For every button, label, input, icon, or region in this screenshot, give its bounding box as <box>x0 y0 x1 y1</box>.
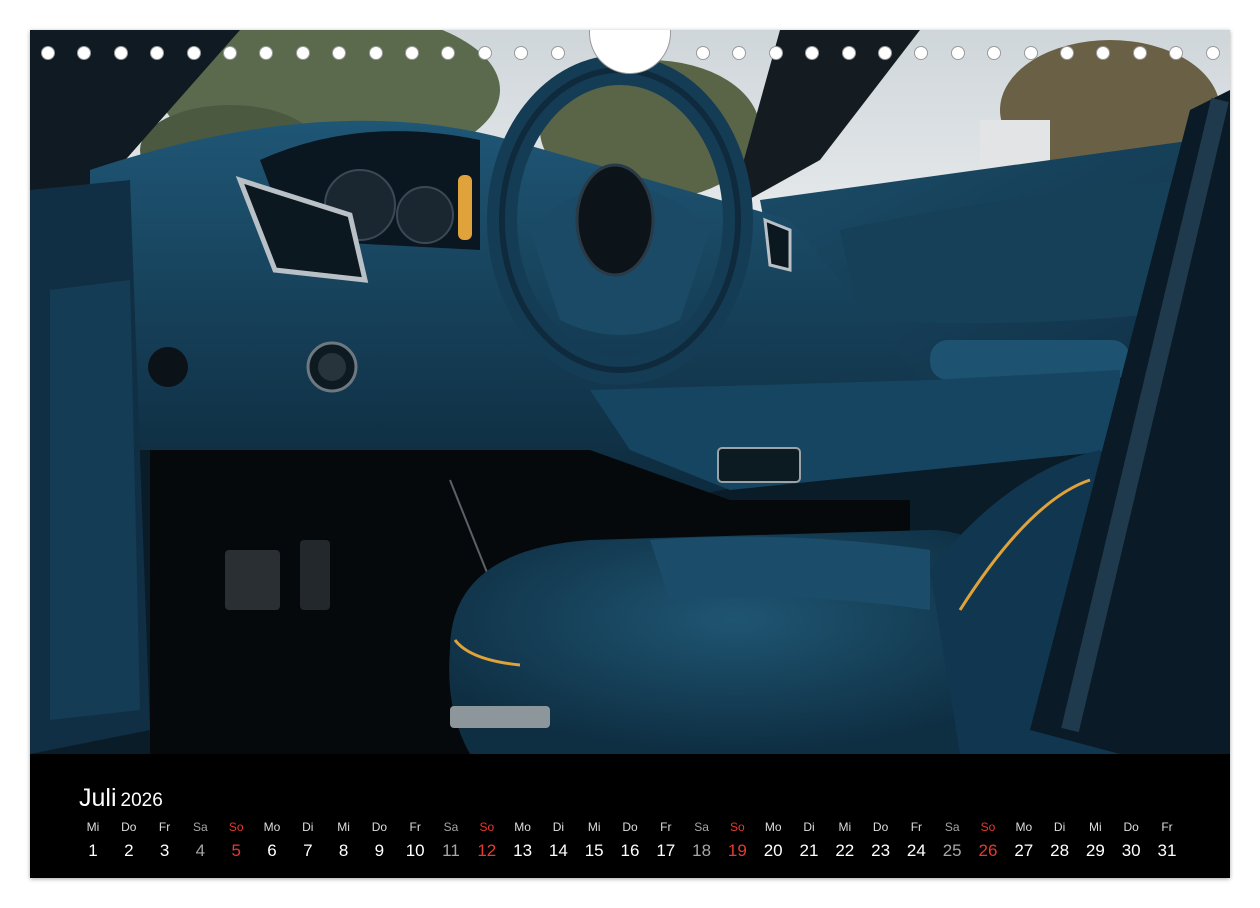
weekday-label: Mo <box>514 820 531 834</box>
month-name: Juli <box>79 784 117 812</box>
day-number: 13 <box>513 841 533 860</box>
weekday-label: Fr <box>158 820 171 834</box>
binding-hole <box>805 46 820 60</box>
weekday-label: Di <box>552 820 565 834</box>
day-number: 5 <box>231 841 241 860</box>
day-number: 22 <box>835 841 855 860</box>
day-number: 23 <box>871 841 891 860</box>
day-number: 20 <box>763 841 783 860</box>
weekday-label: Mi <box>1089 820 1102 834</box>
weekday-label: So <box>479 820 495 834</box>
weekday-label: Do <box>371 820 388 834</box>
weekday-label: Fr <box>1161 820 1173 834</box>
day-number: 6 <box>267 841 277 860</box>
calendar-page: Juli 2026 Mi 1 Do 2 Fr 3 Sa 4 So 5 Mo 6 Di 7 Mi 8 Do 9 Fr 10… <box>30 30 1230 878</box>
binding-hole <box>1132 46 1147 60</box>
weekday-label: Di <box>1053 820 1066 834</box>
binding-hole <box>1023 46 1038 60</box>
day-number: 17 <box>656 841 676 860</box>
day-number: 12 <box>477 841 497 860</box>
binding-hole <box>368 46 383 60</box>
year-label: 2026 <box>120 790 163 811</box>
day-number: 19 <box>727 841 747 860</box>
binding-hole <box>223 46 237 60</box>
day-number: 31 <box>1157 841 1177 860</box>
weekday-label: So <box>980 820 996 834</box>
binding-hole <box>332 46 347 60</box>
binding-hole <box>914 46 929 60</box>
weekday-label: Di <box>803 820 815 834</box>
binding-hole <box>1096 46 1111 60</box>
binding-hole <box>405 46 419 60</box>
day-number: 3 <box>159 841 170 860</box>
weekday-label: So <box>228 820 244 834</box>
day-number: 15 <box>584 841 604 860</box>
day-number: 26 <box>978 841 998 860</box>
weekday-label: Fr <box>660 820 672 834</box>
day-number: 14 <box>548 841 568 860</box>
day-number: 1 <box>88 841 98 860</box>
binding-hole <box>550 46 565 60</box>
binding-hole <box>841 46 856 60</box>
weekday-label: Mi <box>337 820 350 834</box>
weekday-label: Fr <box>409 820 421 834</box>
binding-hole <box>150 46 165 60</box>
day-number: 25 <box>942 841 962 860</box>
binding-hole <box>987 46 1002 60</box>
weekday-label: Sa <box>443 820 459 834</box>
calendar-strip: Juli 2026 Mi 1 Do 2 Fr 3 Sa 4 So 5 Mo 6 Di 7 Mi 8 Do 9 Fr 10… <box>30 754 1230 878</box>
weekday-label: Mo <box>764 820 782 834</box>
weekday-label: Do <box>622 820 638 834</box>
binding-hole <box>1205 46 1220 60</box>
weekday-label: Fr <box>910 820 923 834</box>
day-number: 9 <box>374 841 385 860</box>
weekday-label: Do <box>1123 820 1139 834</box>
binding-hole <box>732 46 747 60</box>
day-number: 18 <box>692 841 712 860</box>
day-number: 7 <box>303 841 313 860</box>
binding-hole <box>113 46 128 60</box>
day-number: 10 <box>405 841 425 860</box>
day-number: 21 <box>799 841 819 860</box>
car-interior-photo <box>30 30 1230 754</box>
day-number: 30 <box>1121 841 1141 860</box>
binding-hole <box>186 46 201 60</box>
weekday-label: Mo <box>1015 820 1033 834</box>
day-number: 4 <box>195 841 206 860</box>
weekday-label: Sa <box>944 820 960 834</box>
binding-hole <box>477 46 492 60</box>
month-title: Juli 2026 <box>79 784 163 813</box>
weekday-label: Di <box>302 820 314 834</box>
weekday-label: Sa <box>694 820 709 834</box>
weekday-label: Mi <box>838 820 852 834</box>
weekday-label: Mi <box>86 820 100 834</box>
day-number: 27 <box>1014 841 1034 860</box>
binding-hole <box>1060 46 1074 60</box>
binding-hole <box>514 46 529 60</box>
binding-hole <box>259 46 274 60</box>
day-number: 11 <box>442 841 460 860</box>
day-number: 28 <box>1050 841 1070 860</box>
day-number: 2 <box>124 841 134 860</box>
binding-hole <box>878 46 892 60</box>
binding-hole <box>441 46 456 60</box>
day-number: 29 <box>1085 841 1105 860</box>
weekday-label: Do <box>121 820 137 834</box>
binding-hole <box>950 46 965 60</box>
weekday-label: Mo <box>263 820 281 834</box>
binding-hole <box>696 46 710 60</box>
weekday-label: Mi <box>587 820 601 834</box>
day-number: 16 <box>620 841 640 860</box>
weekday-label: So <box>730 820 745 834</box>
weekday-label: Sa <box>193 820 208 834</box>
binding-hole <box>768 46 783 60</box>
day-number: 24 <box>906 841 926 860</box>
binding-hole <box>41 46 55 60</box>
day-number: 8 <box>338 841 349 860</box>
weekday-label: Do <box>872 820 889 834</box>
binding-hole <box>77 46 92 60</box>
binding-hole <box>1169 46 1184 60</box>
binding-hole <box>295 46 310 60</box>
